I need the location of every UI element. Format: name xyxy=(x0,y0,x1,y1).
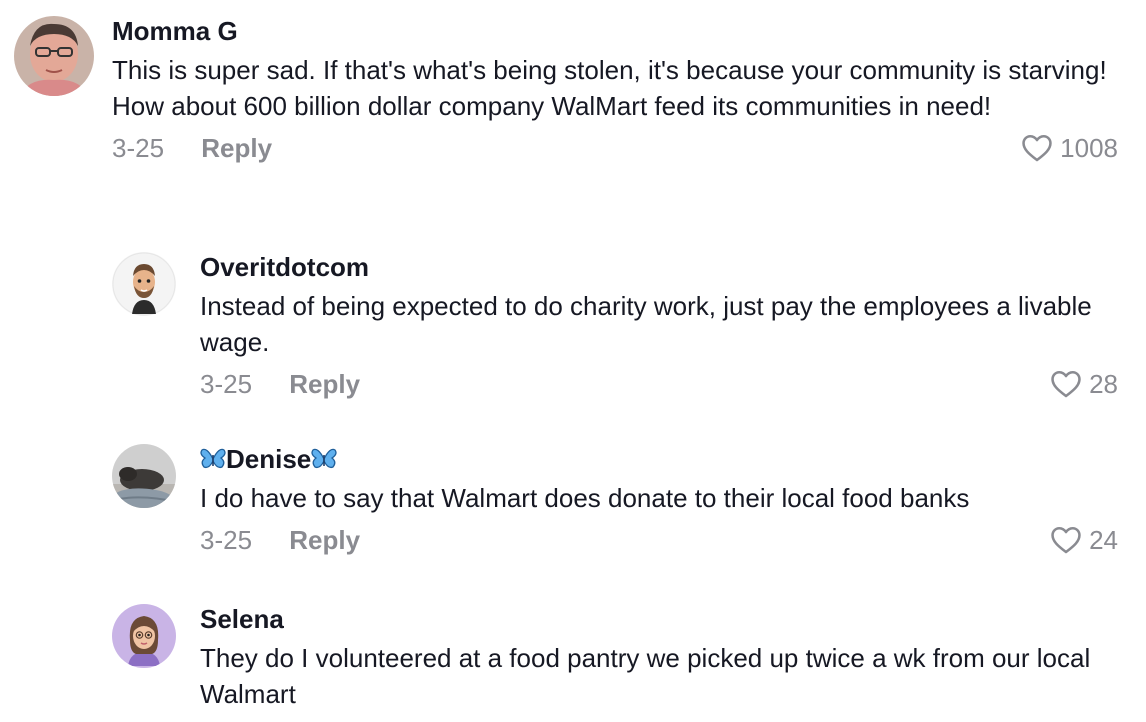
username-text: Denise xyxy=(226,444,312,474)
comment-text: I do have to say that Walmart does donat… xyxy=(200,483,970,513)
like-button[interactable]: 24 xyxy=(1049,522,1118,558)
comment-text: This is super sad. If that's what's bein… xyxy=(112,55,1107,121)
comment-date: 3-25 xyxy=(112,133,165,163)
comment-date: 3-25 xyxy=(200,525,253,555)
butterfly-emoji-icon xyxy=(311,448,337,469)
memoji-avatar-icon xyxy=(112,604,176,668)
like-button[interactable]: 28 xyxy=(1049,366,1118,402)
like-count: 28 xyxy=(1089,369,1118,399)
avatar[interactable] xyxy=(112,252,176,316)
memoji-avatar-icon xyxy=(112,252,176,316)
heart-outline-icon xyxy=(1051,526,1081,554)
reply-button[interactable]: Reply xyxy=(289,522,360,558)
avatar[interactable] xyxy=(112,604,176,668)
heart-outline-icon xyxy=(1022,134,1052,162)
butterfly-emoji-icon xyxy=(200,448,226,469)
reply-button[interactable]: Reply xyxy=(201,130,272,166)
dog-photo-icon xyxy=(112,444,176,508)
comment-meta: 3-25 Reply 1008 xyxy=(112,130,1118,166)
comment-meta: 3-25 Reply 24 xyxy=(200,522,1118,558)
comment-text: They do I volunteered at a food pantry w… xyxy=(200,643,1091,709)
avatar[interactable] xyxy=(112,444,176,508)
like-button[interactable]: 1008 xyxy=(1020,130,1118,166)
username[interactable]: Selena xyxy=(200,604,1118,634)
user-photo-icon xyxy=(14,16,94,96)
like-count: 24 xyxy=(1089,525,1118,555)
like-count: 1008 xyxy=(1060,133,1118,163)
comment-text: Instead of being expected to do charity … xyxy=(200,291,1092,357)
comment-date: 3-25 xyxy=(200,369,253,399)
reply-button[interactable]: Reply xyxy=(289,366,360,402)
comment-meta: 3-25 Reply 28 xyxy=(200,366,1118,402)
username[interactable]: Overitdotcom xyxy=(200,252,1118,282)
avatar[interactable] xyxy=(14,16,94,96)
username[interactable]: Momma G xyxy=(112,16,1118,46)
username[interactable]: Denise xyxy=(200,444,1118,474)
heart-outline-icon xyxy=(1051,370,1081,398)
